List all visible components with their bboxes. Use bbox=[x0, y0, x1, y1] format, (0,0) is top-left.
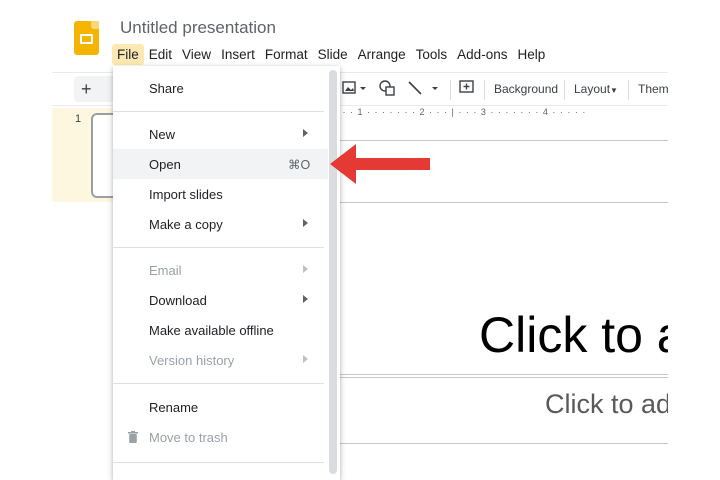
title-box-bottom-edge bbox=[340, 374, 668, 375]
menu-item-label: Rename bbox=[149, 400, 199, 415]
menu-separator bbox=[113, 111, 324, 112]
menu-item-version-history[interactable]: Version history bbox=[113, 345, 328, 375]
menu-item-label: Share bbox=[149, 81, 184, 96]
menu-arrange[interactable]: Arrange bbox=[353, 44, 411, 65]
toolbar-separator bbox=[628, 80, 629, 100]
submenu-arrow-icon bbox=[303, 355, 308, 363]
menu-item-label: Version history bbox=[149, 353, 235, 368]
ruler-ticks: · · · · · bbox=[548, 107, 587, 117]
toolbar-separator bbox=[450, 80, 451, 100]
menu-separator bbox=[113, 247, 324, 248]
menu-item-label: Import slides bbox=[149, 187, 223, 202]
menu-insert[interactable]: Insert bbox=[216, 44, 260, 65]
dropdown-arrow-icon: ▼ bbox=[610, 86, 618, 95]
google-slides-logo[interactable] bbox=[74, 21, 99, 55]
plus-icon: + bbox=[81, 79, 92, 99]
menu-item-label: Open bbox=[149, 157, 181, 172]
menu-item-rename[interactable]: Rename bbox=[113, 392, 328, 422]
submenu-arrow-icon bbox=[303, 265, 308, 273]
ruler-ticks: · · · · · · · bbox=[363, 107, 420, 117]
horizontal-ruler[interactable]: · · · 1 · · · · · · · 2 · · · | · · · 3 … bbox=[335, 107, 668, 119]
menu-item-label: Make a copy bbox=[149, 217, 223, 232]
ruler-ticks: · · · · · · · bbox=[486, 107, 543, 117]
image-icon[interactable] bbox=[342, 79, 368, 100]
menu-item-label: Email bbox=[149, 263, 182, 278]
menu-item-email[interactable]: Email bbox=[113, 255, 328, 285]
background-button[interactable]: Background bbox=[494, 82, 558, 96]
menu-item-label: Move to trash bbox=[149, 430, 228, 445]
slide-number: 1 bbox=[75, 113, 82, 125]
add-comment-icon[interactable] bbox=[458, 79, 476, 100]
menu-item-download[interactable]: Download bbox=[113, 285, 328, 315]
toolbar-separator bbox=[484, 80, 485, 100]
slide-glyph-icon bbox=[80, 34, 93, 44]
menu-edit[interactable]: Edit bbox=[144, 44, 177, 65]
menu-scrollbar[interactable] bbox=[329, 70, 337, 474]
menu-help[interactable]: Help bbox=[512, 44, 550, 65]
layout-button[interactable]: Layout▼ bbox=[574, 82, 618, 96]
menu-separator bbox=[113, 383, 324, 384]
new-slide-button[interactable]: + bbox=[74, 76, 118, 102]
trash-icon bbox=[128, 431, 138, 443]
toolbar-separator bbox=[564, 80, 565, 100]
menu-item-label: Download bbox=[149, 293, 207, 308]
title-placeholder[interactable]: Click to add title bbox=[479, 306, 668, 364]
theme-button[interactable]: Theme bbox=[638, 82, 668, 96]
menu-item-share[interactable]: Share bbox=[113, 73, 328, 103]
submenu-arrow-icon bbox=[303, 219, 308, 227]
menu-item-new[interactable]: New bbox=[113, 119, 328, 149]
ruler-ticks: · · · | · · · bbox=[425, 107, 481, 117]
menu-item-import-slides[interactable]: Import slides bbox=[113, 179, 328, 209]
menu-item-move-to-trash[interactable]: Move to trash bbox=[113, 422, 328, 452]
layout-label: Layout bbox=[574, 82, 611, 96]
subtitle-box-bottom-edge bbox=[340, 443, 668, 444]
menubar: File Edit View Insert Format Slide Arran… bbox=[112, 42, 550, 66]
menu-tools[interactable]: Tools bbox=[411, 44, 453, 65]
menu-item-make-a-copy[interactable]: Make a copy bbox=[113, 209, 328, 239]
keyboard-shortcut: ⌘O bbox=[288, 158, 311, 172]
file-menu-dropdown: Share New Open ⌘O Import slides Make a c… bbox=[113, 66, 340, 480]
menu-separator bbox=[113, 462, 324, 463]
shape-icon[interactable] bbox=[378, 79, 396, 100]
menu-add-ons[interactable]: Add-ons bbox=[452, 44, 512, 65]
menu-view[interactable]: View bbox=[177, 44, 216, 65]
menu-file[interactable]: File bbox=[112, 43, 144, 65]
submenu-arrow-icon bbox=[303, 129, 308, 137]
subtitle-placeholder[interactable]: Click to add subtitle bbox=[545, 389, 668, 420]
menu-item-label: New bbox=[149, 127, 176, 142]
document-title[interactable]: Untitled presentation bbox=[120, 18, 276, 38]
red-pointer-arrow-icon bbox=[330, 144, 430, 184]
subtitle-box-top-edge bbox=[340, 377, 668, 378]
line-icon[interactable] bbox=[406, 79, 444, 100]
menu-format[interactable]: Format bbox=[260, 44, 313, 65]
submenu-arrow-icon bbox=[303, 295, 308, 303]
menu-item-make-available-offline[interactable]: Make available offline bbox=[113, 315, 328, 345]
slide-top-edge bbox=[340, 202, 668, 203]
menu-slide[interactable]: Slide bbox=[313, 44, 353, 65]
menu-item-open[interactable]: Open ⌘O bbox=[113, 149, 328, 179]
menu-item-label: Make available offline bbox=[149, 323, 274, 338]
